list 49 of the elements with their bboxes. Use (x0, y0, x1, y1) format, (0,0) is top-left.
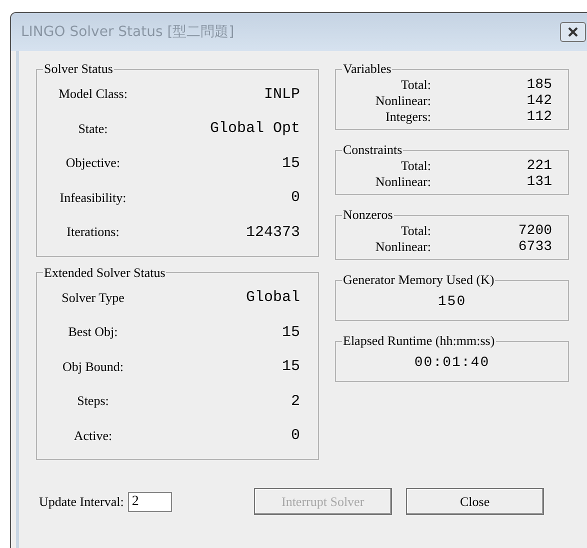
group-title: Elapsed Runtime (hh:mm:ss) (342, 333, 496, 349)
field-label: Solver Type (60, 290, 126, 306)
field-value: 142 (526, 93, 553, 109)
field-label: Model Class: (58, 86, 128, 102)
field-label: Obj Bound: (61, 358, 125, 375)
window-title: LINGO Solver Status [型二問題] (21, 23, 234, 41)
field-value: 112 (526, 109, 553, 125)
group-title: Extended Solver Status (43, 264, 166, 280)
field-label: Iterations: (66, 224, 120, 240)
field-value: 7200 (517, 223, 553, 239)
field-value: 2 (290, 392, 301, 410)
field-value: 150 (436, 294, 468, 310)
field-value: 0 (290, 427, 301, 444)
field-value: 6733 (517, 239, 553, 255)
field-value: 124373 (244, 224, 301, 241)
field-label: State: (77, 120, 109, 137)
field-label: Nonlinear: (374, 93, 431, 109)
field-label: Integers: (384, 109, 431, 125)
field-label: Active: (72, 428, 114, 444)
field-value: 15 (280, 154, 301, 172)
input-field[interactable]: 2 (128, 492, 172, 512)
field-value: 15 (280, 358, 301, 376)
group-title: Solver Status (43, 61, 114, 77)
field-value: Global Opt (208, 120, 301, 138)
field-label: Total: (400, 158, 431, 174)
field-value: 15 (280, 324, 301, 341)
field-value: 00:01:40 (413, 355, 491, 371)
field-label: Total: (400, 77, 431, 93)
field-label: Nonlinear: (374, 174, 431, 190)
group-title: Variables (342, 61, 392, 77)
close-button[interactable] (560, 22, 586, 42)
field-value: 185 (526, 77, 553, 93)
dialog-button[interactable]: Close (406, 488, 544, 515)
field-label: Update Interval: (39, 494, 124, 510)
field-label: Total: (400, 223, 431, 239)
field-label: Infeasibility: (58, 190, 128, 206)
field-value: 221 (526, 158, 553, 174)
field-label: Steps: (76, 393, 110, 410)
close-icon (566, 26, 580, 38)
field-label: Objective: (64, 155, 122, 172)
group-title: Nonzeros (342, 207, 394, 223)
field-label: Nonlinear: (374, 239, 431, 255)
field-value: 0 (290, 189, 301, 206)
field-value: 131 (526, 174, 553, 190)
field-label: Best Obj: (67, 324, 119, 340)
field-value: INLP (262, 86, 301, 103)
group-title: Generator Memory Used (K) (342, 272, 496, 288)
group-title: Constraints (342, 142, 404, 158)
field-value: Global (244, 289, 301, 306)
